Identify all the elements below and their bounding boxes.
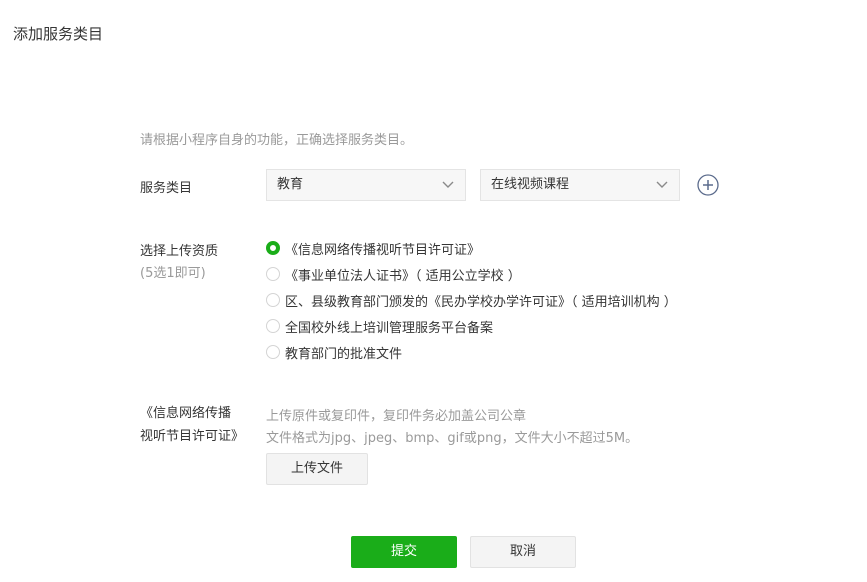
qualification-option-label: 《信息网络传播视听节目许可证》	[285, 242, 481, 258]
radio-unchecked-icon[interactable]	[266, 293, 280, 307]
upload-document-name: 《信息网络传播视听节目许可证》	[140, 406, 245, 444]
category-hint: 请根据小程序自身的功能，正确选择服务类目。	[140, 133, 414, 148]
qualification-option-label: 区、县级教育部门颁发的《民办学校办学许可证》（ 适用培训机构 ）	[285, 294, 677, 310]
primary-category-select[interactable]: 教育	[266, 169, 466, 201]
radio-unchecked-icon[interactable]	[266, 345, 280, 359]
qualification-option-label: 全国校外线上培训管理服务平台备案	[285, 320, 494, 336]
qualification-sub-label: (5选1即可)	[140, 266, 206, 281]
category-label: 服务类目	[140, 181, 193, 196]
qualification-option-label: 《事业单位法人证书》（ 适用公立学校 ）	[285, 268, 521, 284]
qualification-option-label: 教育部门的批准文件	[285, 346, 403, 362]
qualification-option-3[interactable]: 区、县级教育部门颁发的《民办学校办学许可证》（ 适用培训机构 ）	[266, 290, 677, 310]
upload-file-button[interactable]: 上传文件	[266, 453, 368, 485]
plus-circle-icon[interactable]	[697, 174, 719, 196]
chevron-down-icon	[442, 181, 454, 188]
qualification-option-5[interactable]: 教育部门的批准文件	[266, 342, 402, 362]
qualification-option-1[interactable]: 《信息网络传播视听节目许可证》	[266, 238, 480, 258]
page-title: 添加服务类目	[13, 25, 104, 43]
qualification-option-2[interactable]: 《事业单位法人证书》（ 适用公立学校 ）	[266, 264, 521, 284]
upload-hint-original: 上传原件或复印件，复印件务必加盖公司公章	[266, 409, 527, 424]
submit-button[interactable]: 提交	[351, 536, 457, 568]
primary-category-value: 教育	[277, 177, 304, 192]
secondary-category-value: 在线视频课程	[491, 177, 570, 192]
upload-hint-format: 文件格式为jpg、jpeg、bmp、gif或png，文件大小不超过5M。	[266, 431, 639, 446]
radio-unchecked-icon[interactable]	[266, 319, 280, 333]
qualification-option-4[interactable]: 全国校外线上培训管理服务平台备案	[266, 316, 493, 336]
radio-unchecked-icon[interactable]	[266, 267, 280, 281]
secondary-category-select[interactable]: 在线视频课程	[480, 169, 680, 201]
qualification-label: 选择上传资质	[140, 244, 219, 259]
radio-checked-icon[interactable]	[266, 241, 280, 255]
cancel-button[interactable]: 取消	[470, 536, 576, 568]
chevron-down-icon	[656, 181, 668, 188]
